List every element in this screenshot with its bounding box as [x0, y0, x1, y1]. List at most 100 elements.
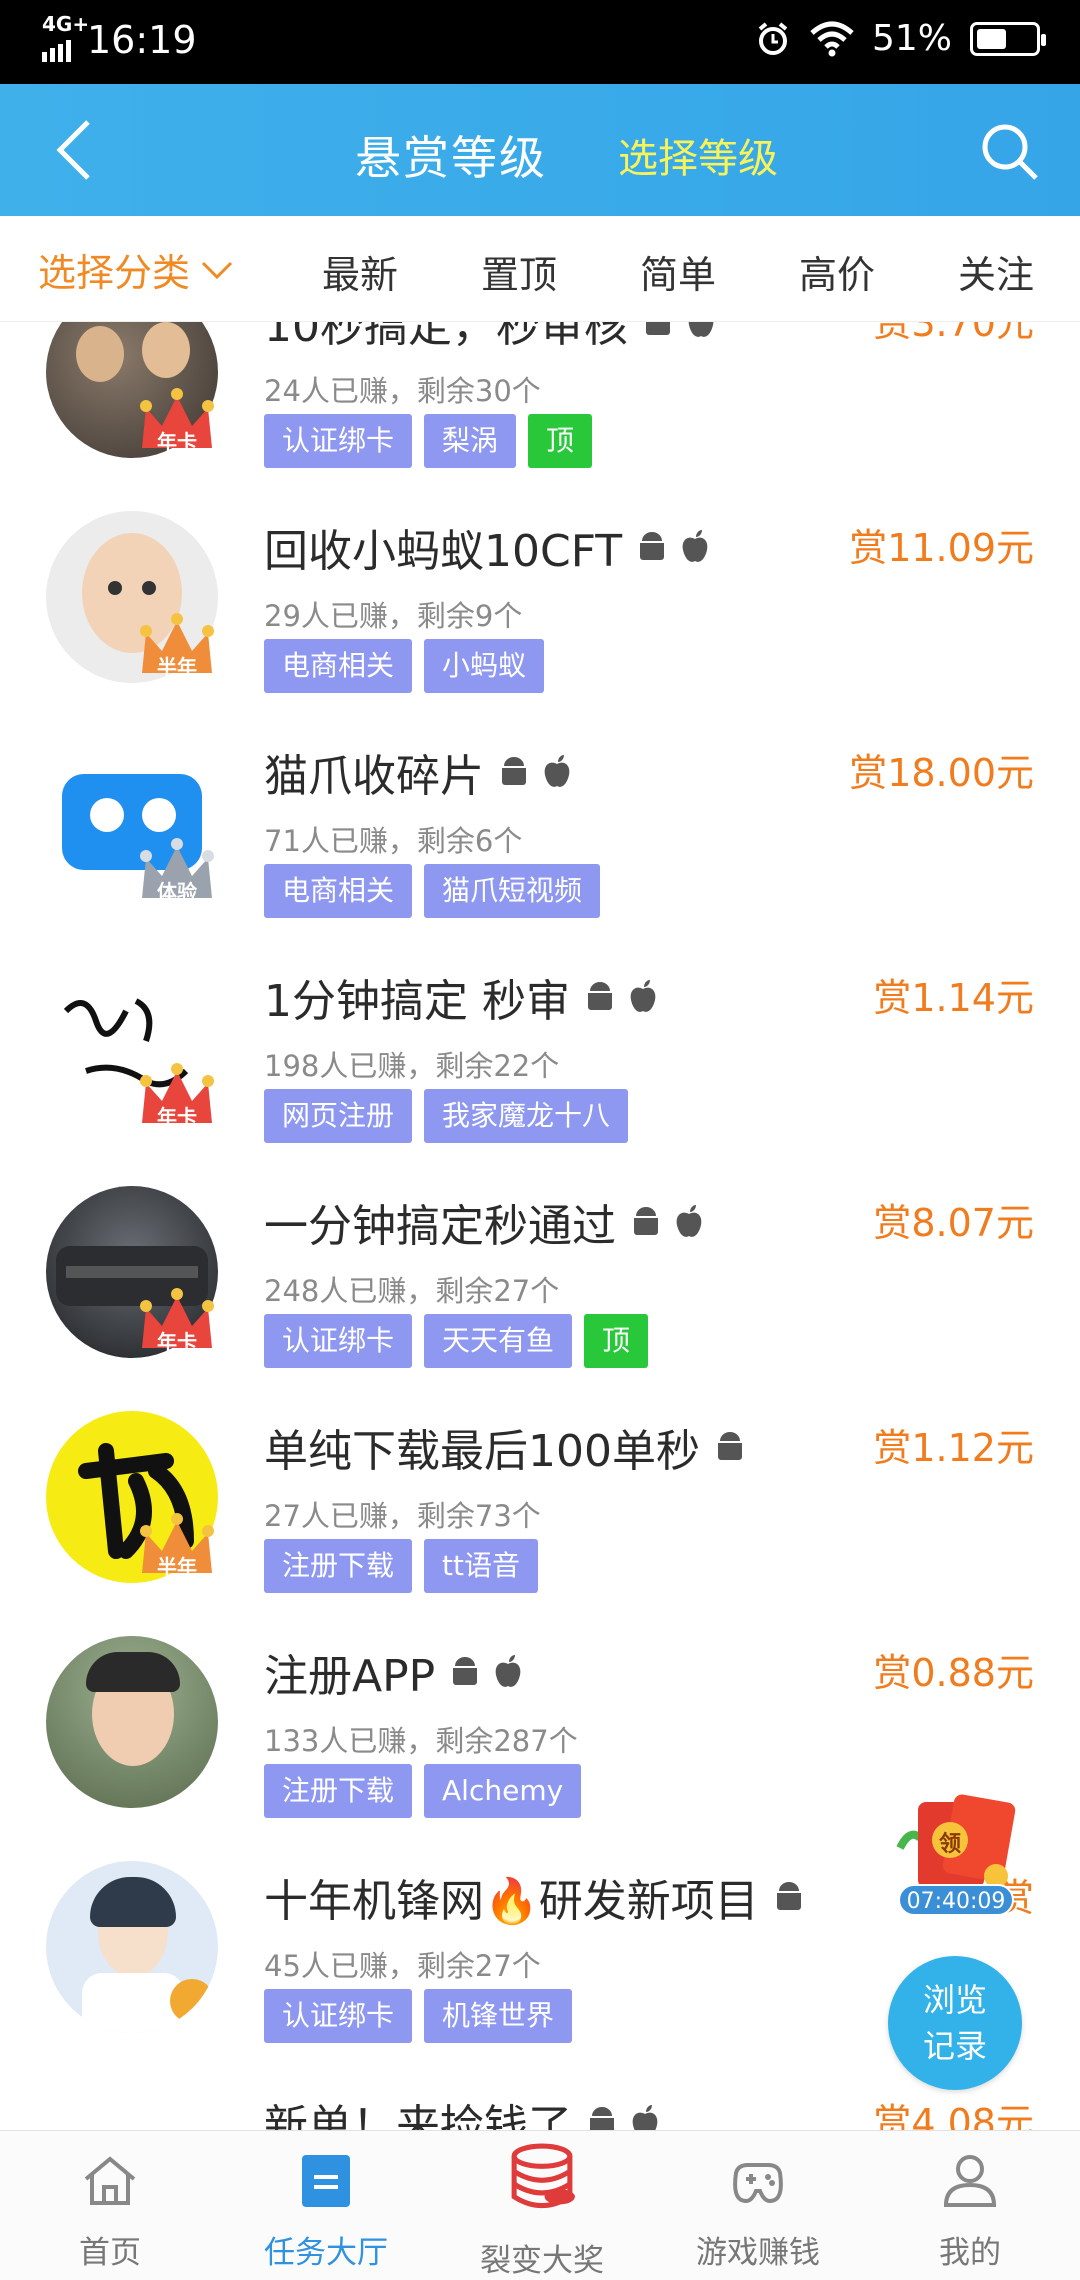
tab-pinned[interactable]: 置顶: [481, 244, 557, 299]
status-right: 51%: [754, 18, 1046, 59]
tab-easy[interactable]: 简单: [640, 244, 716, 299]
tab-high-price[interactable]: 高价: [799, 244, 875, 299]
nav-mine-label: 我的: [939, 2235, 1001, 2271]
task-title: 十年机锋网🔥研发新项目: [264, 1865, 805, 1929]
task-tag: 认证绑卡: [264, 414, 413, 468]
vip-badge: 年卡: [134, 1278, 220, 1364]
task-tags: 注册下载 tt语音: [264, 1539, 538, 1593]
task-title-text: 新单！来捡钱了: [264, 2101, 572, 2130]
search-button[interactable]: [978, 120, 1042, 184]
home-icon: [84, 2156, 136, 2205]
nav-home-label: 首页: [79, 2235, 141, 2271]
status-bar: 4G+ 16:19 51%: [0, 0, 1080, 84]
task-title: 1分钟搞定 秒审: [264, 965, 658, 1029]
task-tag: 电商相关: [264, 864, 413, 918]
category-select[interactable]: 选择分类: [38, 242, 234, 297]
battery-icon: [970, 21, 1046, 56]
task-reward: 赏11.09元: [849, 526, 1034, 570]
apple-icon: [630, 980, 656, 1012]
bottom-nav: 首页 任务大厅 裂变大奖 游戏赚钱 我的: [0, 2130, 1080, 2280]
back-button[interactable]: [44, 114, 104, 186]
task-tag: 认证绑卡: [264, 1314, 413, 1368]
app-header: 悬赏等级 选择等级: [0, 84, 1080, 216]
tab-following[interactable]: 关注: [958, 244, 1034, 299]
gamepad-icon: [733, 2163, 783, 2204]
task-title-text: 一分钟搞定秒通过: [264, 1201, 616, 1252]
task-title-text: 单纯下载最后100单秒: [264, 1426, 700, 1477]
task-tag: 猫爪短视频: [424, 864, 601, 918]
task-title-text: 十年机锋网🔥研发新项目: [264, 1876, 759, 1927]
status-left: 4G+ 16:19: [42, 14, 197, 62]
nav-mine[interactable]: 我的: [862, 2131, 1078, 2280]
android-icon: [717, 1432, 742, 1460]
pinned-tag: 顶: [584, 1314, 649, 1368]
vip-badge-label: 年卡: [157, 1105, 197, 1129]
task-reward: 赏8.07元: [873, 1201, 1034, 1245]
task-tags: 注册下载 Alchemy: [264, 1764, 582, 1818]
coin-stack-icon: [511, 2143, 575, 2209]
android-icon: [776, 1882, 801, 1910]
vip-badge-label: 半年: [157, 1555, 197, 1579]
task-tag: 天天有鱼: [424, 1314, 573, 1368]
task-item[interactable]: 体验 猫爪收碎片 赏18.00元 71人已赚，剩余6个 电商相关 猫爪短视频: [0, 716, 1080, 941]
task-item[interactable]: 半年 回收小蚂蚁10CFT 赏11.09元 29人已赚，剩余9个 电商相关 小蚂…: [0, 491, 1080, 716]
search-icon: [982, 124, 1038, 180]
task-tag: 电商相关: [264, 639, 413, 693]
red-packet-label: 领: [938, 1832, 961, 1857]
nav-game-earn[interactable]: 游戏赚钱: [650, 2131, 866, 2280]
tab-latest[interactable]: 最新: [322, 244, 398, 299]
nav-task-hall[interactable]: 任务大厅: [218, 2131, 434, 2280]
apple-icon: [544, 755, 570, 787]
nav-home[interactable]: 首页: [2, 2131, 218, 2280]
avatar: [46, 1636, 218, 1808]
nav-fission-prize[interactable]: 裂变大奖: [434, 2131, 650, 2280]
level-select-button[interactable]: 选择等级: [618, 126, 778, 184]
page-title: 悬赏等级: [355, 131, 547, 185]
task-meta: 71人已赚，剩余6个: [264, 824, 523, 858]
task-tag: 机锋世界: [424, 1989, 573, 2043]
android-icon: [502, 757, 526, 785]
apple-icon: [632, 2105, 658, 2130]
apple-icon: [495, 1655, 521, 1687]
apple-icon: [676, 1205, 702, 1237]
task-tag: 网页注册: [264, 1089, 413, 1143]
apple-icon: [682, 530, 708, 562]
task-tag: tt语音: [424, 1539, 538, 1593]
nav-game-earn-label: 游戏赚钱: [696, 2235, 820, 2271]
network-type: 4G+: [42, 12, 90, 36]
task-tag: 注册下载: [264, 1764, 413, 1818]
chevron-left-icon: [56, 120, 90, 180]
chevron-down-icon: [201, 261, 233, 279]
vip-badge: 半年: [134, 603, 220, 689]
task-tag: 我家魔龙十八: [424, 1089, 629, 1143]
vip-badge: 年卡: [134, 378, 220, 464]
task-title: 一分钟搞定秒通过: [264, 1190, 704, 1254]
task-tag: Alchemy: [424, 1764, 582, 1818]
task-item[interactable]: 年卡 1分钟搞定 秒审 赏1.14元 198人已赚，剩余22个 网页注册 我家魔…: [0, 941, 1080, 1166]
task-title: 新单！来捡钱了: [264, 2090, 660, 2130]
android-icon: [587, 982, 612, 1010]
task-tag: 注册下载: [264, 1539, 413, 1593]
task-tags: 网页注册 我家魔龙十八: [264, 1089, 629, 1143]
browse-history-button[interactable]: 浏览 记录: [888, 1956, 1022, 2090]
task-title: 注册APP: [264, 1640, 523, 1704]
vip-badge-label: 体验: [157, 880, 197, 904]
pinned-tag: 顶: [528, 414, 593, 468]
alarm-icon: [758, 21, 788, 55]
filter-bar: 选择分类 最新 置顶 简单 高价 关注: [0, 216, 1080, 322]
task-meta: 45人已赚，剩余27个: [264, 1949, 541, 1983]
vip-badge-label: 年卡: [157, 430, 197, 454]
task-tags: 电商相关 小蚂蚁: [264, 639, 545, 693]
task-title-text: 注册APP: [264, 1651, 436, 1702]
vip-badge: 年卡: [134, 1053, 220, 1139]
countdown-timer: 07:40:09: [898, 1884, 1014, 1916]
task-item[interactable]: 年卡 10秒搞定，秒审核 赏3.70元 24人已赚，剩余30个 认证绑卡 梨涡 …: [0, 322, 1080, 491]
android-icon: [640, 532, 665, 560]
task-item[interactable]: 半年 单纯下载最后100单秒 赏1.12元 27人已赚，剩余73个 注册下载 t…: [0, 1391, 1080, 1616]
task-item[interactable]: 年卡 一分钟搞定秒通过 赏8.07元 248人已赚，剩余27个 认证绑卡 天天有…: [0, 1166, 1080, 1391]
task-title: 10秒搞定，秒审核: [264, 322, 716, 354]
task-reward: 赏18.00元: [849, 751, 1034, 795]
apple-icon: [688, 322, 714, 337]
task-meta: 198人已赚，剩余22个: [264, 1049, 560, 1083]
task-tags: 认证绑卡 机锋世界: [264, 1989, 573, 2043]
